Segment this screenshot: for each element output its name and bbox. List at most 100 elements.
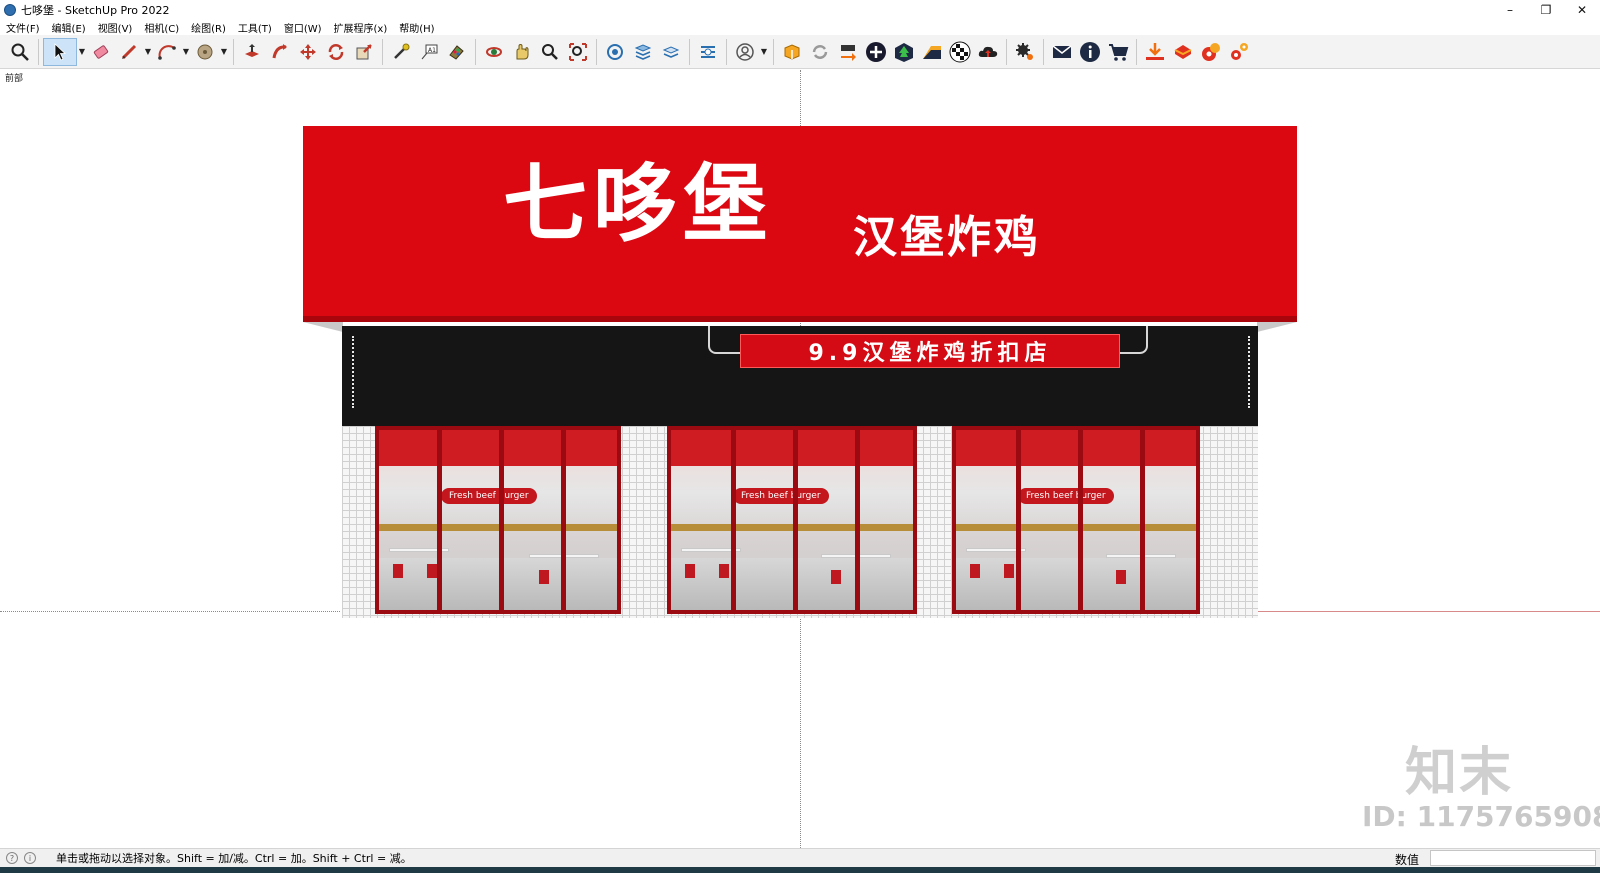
close-button[interactable]: ✕: [1564, 0, 1600, 20]
scene-label: 前部: [5, 74, 24, 84]
window-bay: Fresh beef burger: [375, 426, 621, 614]
door-mullion: [793, 430, 798, 610]
component-icon[interactable]: [601, 38, 629, 66]
push-pull-icon[interactable]: [238, 38, 266, 66]
toolbar-separator: [475, 38, 476, 65]
soffit-right: [1257, 322, 1297, 332]
pencil-icon[interactable]: [115, 38, 143, 66]
door-mullion: [561, 430, 566, 610]
interior-floor: [671, 558, 913, 610]
minimize-button[interactable]: –: [1492, 0, 1528, 20]
interior-chair: [1004, 564, 1014, 578]
zoom-window-icon[interactable]: [536, 38, 564, 66]
mail-icon[interactable]: [1048, 38, 1076, 66]
menu-help[interactable]: 帮助(H): [393, 20, 440, 35]
geo-location-icon[interactable]: ?: [6, 852, 18, 864]
menu-edit[interactable]: 编辑(E): [46, 20, 92, 35]
refresh-icon[interactable]: [806, 38, 834, 66]
account-dropdown-icon[interactable]: ▼: [759, 38, 769, 66]
storefront-model[interactable]: 七哆堡 汉堡炸鸡 9.9汉堡炸鸡折扣店 Fresh beef burger Fr…: [300, 126, 1300, 691]
menu-bar: 文件(F) 编辑(E) 视图(V) 相机(C) 绘图(R) 工具(T) 窗口(W…: [0, 19, 1600, 35]
menu-window[interactable]: 窗口(W): [278, 20, 328, 35]
materials-icon[interactable]: [918, 38, 946, 66]
restore-button[interactable]: ❐: [1528, 0, 1564, 20]
brand-name: 七哆堡: [503, 155, 774, 253]
pan-icon[interactable]: [508, 38, 536, 66]
move-icon[interactable]: [294, 38, 322, 66]
interior-chair: [539, 570, 549, 584]
tape-measure-icon[interactable]: [387, 38, 415, 66]
interior-chair: [685, 564, 695, 578]
soffit-left: [303, 322, 343, 332]
cloud-upload-icon[interactable]: [974, 38, 1002, 66]
rotate-icon[interactable]: [322, 38, 350, 66]
paint-bucket-icon[interactable]: [191, 38, 219, 66]
gear-plugin-icon[interactable]: [1225, 38, 1253, 66]
select-dropdown-icon[interactable]: ▼: [77, 38, 87, 66]
orbit-icon[interactable]: [480, 38, 508, 66]
toolbar-separator: [1006, 38, 1007, 65]
export-icon[interactable]: [834, 38, 862, 66]
paint-dropdown-icon[interactable]: ▼: [219, 38, 229, 66]
title-bar: 七哆堡 - SketchUp Pro 2022 – ❐ ✕: [0, 0, 1600, 20]
select-icon[interactable]: [43, 37, 77, 66]
download-icon[interactable]: [1141, 38, 1169, 66]
status-bar: ? i 单击或拖动以选择对象。Shift = 加/减。Ctrl = 加。Shif…: [0, 848, 1600, 867]
add-icon[interactable]: [862, 38, 890, 66]
menu-draw[interactable]: 绘图(R): [185, 20, 232, 35]
restaurant-interior: Fresh beef burger: [671, 430, 913, 610]
measurements-input[interactable]: [1430, 850, 1596, 866]
interior-chair: [831, 570, 841, 584]
sketchup-window: 七哆堡 - SketchUp Pro 2022 – ❐ ✕ 文件(F) 编辑(E…: [0, 0, 1600, 873]
plugin-icon[interactable]: [1169, 38, 1197, 66]
promo-banner: 9.9汉堡炸鸡折扣店: [740, 334, 1120, 368]
plugin2-icon[interactable]: [1197, 38, 1225, 66]
info-icon[interactable]: [1076, 38, 1104, 66]
menu-tools[interactable]: 工具(T): [232, 20, 278, 35]
toolbar-separator: [1043, 38, 1044, 65]
account-icon[interactable]: [731, 38, 759, 66]
zoom-extents-icon[interactable]: [564, 38, 592, 66]
cart-icon[interactable]: [1104, 38, 1132, 66]
main-toolbar: ▼ ▼ ▼ ▼ A1 ▼: [0, 35, 1600, 69]
menu-extensions[interactable]: 扩展程序(x): [328, 20, 394, 35]
interior-floor: [956, 558, 1196, 610]
menu-file[interactable]: 文件(F): [0, 20, 46, 35]
text-label-icon[interactable]: A1: [415, 38, 443, 66]
toolbar-separator: [233, 38, 234, 65]
promo-text: 9.9汉堡炸鸡折扣店: [808, 341, 1052, 366]
instructor-icon[interactable]: i: [24, 852, 36, 864]
interior-chair: [719, 564, 729, 578]
door-mullion: [1016, 430, 1021, 610]
follow-me-icon[interactable]: [266, 38, 294, 66]
svg-text:A1: A1: [428, 47, 436, 54]
layers-icon[interactable]: [629, 38, 657, 66]
toolbar-separator: [38, 38, 39, 65]
checker-icon[interactable]: [946, 38, 974, 66]
restaurant-interior: Fresh beef burger: [379, 430, 617, 610]
extension-icon[interactable]: [778, 38, 806, 66]
zoom-icon[interactable]: [6, 38, 34, 66]
interior-sign: Fresh beef burger: [1018, 488, 1114, 504]
eraser-icon[interactable]: [87, 38, 115, 66]
section-icon[interactable]: [694, 38, 722, 66]
pencil-dropdown-icon[interactable]: ▼: [143, 38, 153, 66]
door-mullion: [437, 430, 442, 610]
menu-camera[interactable]: 相机(C): [138, 20, 185, 35]
door-mullion: [1078, 430, 1083, 610]
toolbar-separator: [689, 38, 690, 65]
taskbar-strip: [0, 867, 1600, 873]
paint-icon[interactable]: [443, 38, 471, 66]
menu-view[interactable]: 视图(V): [92, 20, 139, 35]
styles-icon[interactable]: [657, 38, 685, 66]
interior-band: [671, 524, 913, 531]
arc-dropdown-icon[interactable]: ▼: [181, 38, 191, 66]
settings-icon[interactable]: [1011, 38, 1039, 66]
drawing-viewport[interactable]: 前部 七哆堡 汉堡炸鸡 9.9汉堡炸鸡折扣店 Fresh beef burger…: [0, 70, 1600, 848]
scale-icon[interactable]: [350, 38, 378, 66]
interior-sign: Fresh beef burger: [733, 488, 829, 504]
arc-icon[interactable]: [153, 38, 181, 66]
tree-icon[interactable]: [890, 38, 918, 66]
interior-sign: Fresh beef burger: [441, 488, 537, 504]
sketchup-app-icon: [4, 4, 16, 16]
